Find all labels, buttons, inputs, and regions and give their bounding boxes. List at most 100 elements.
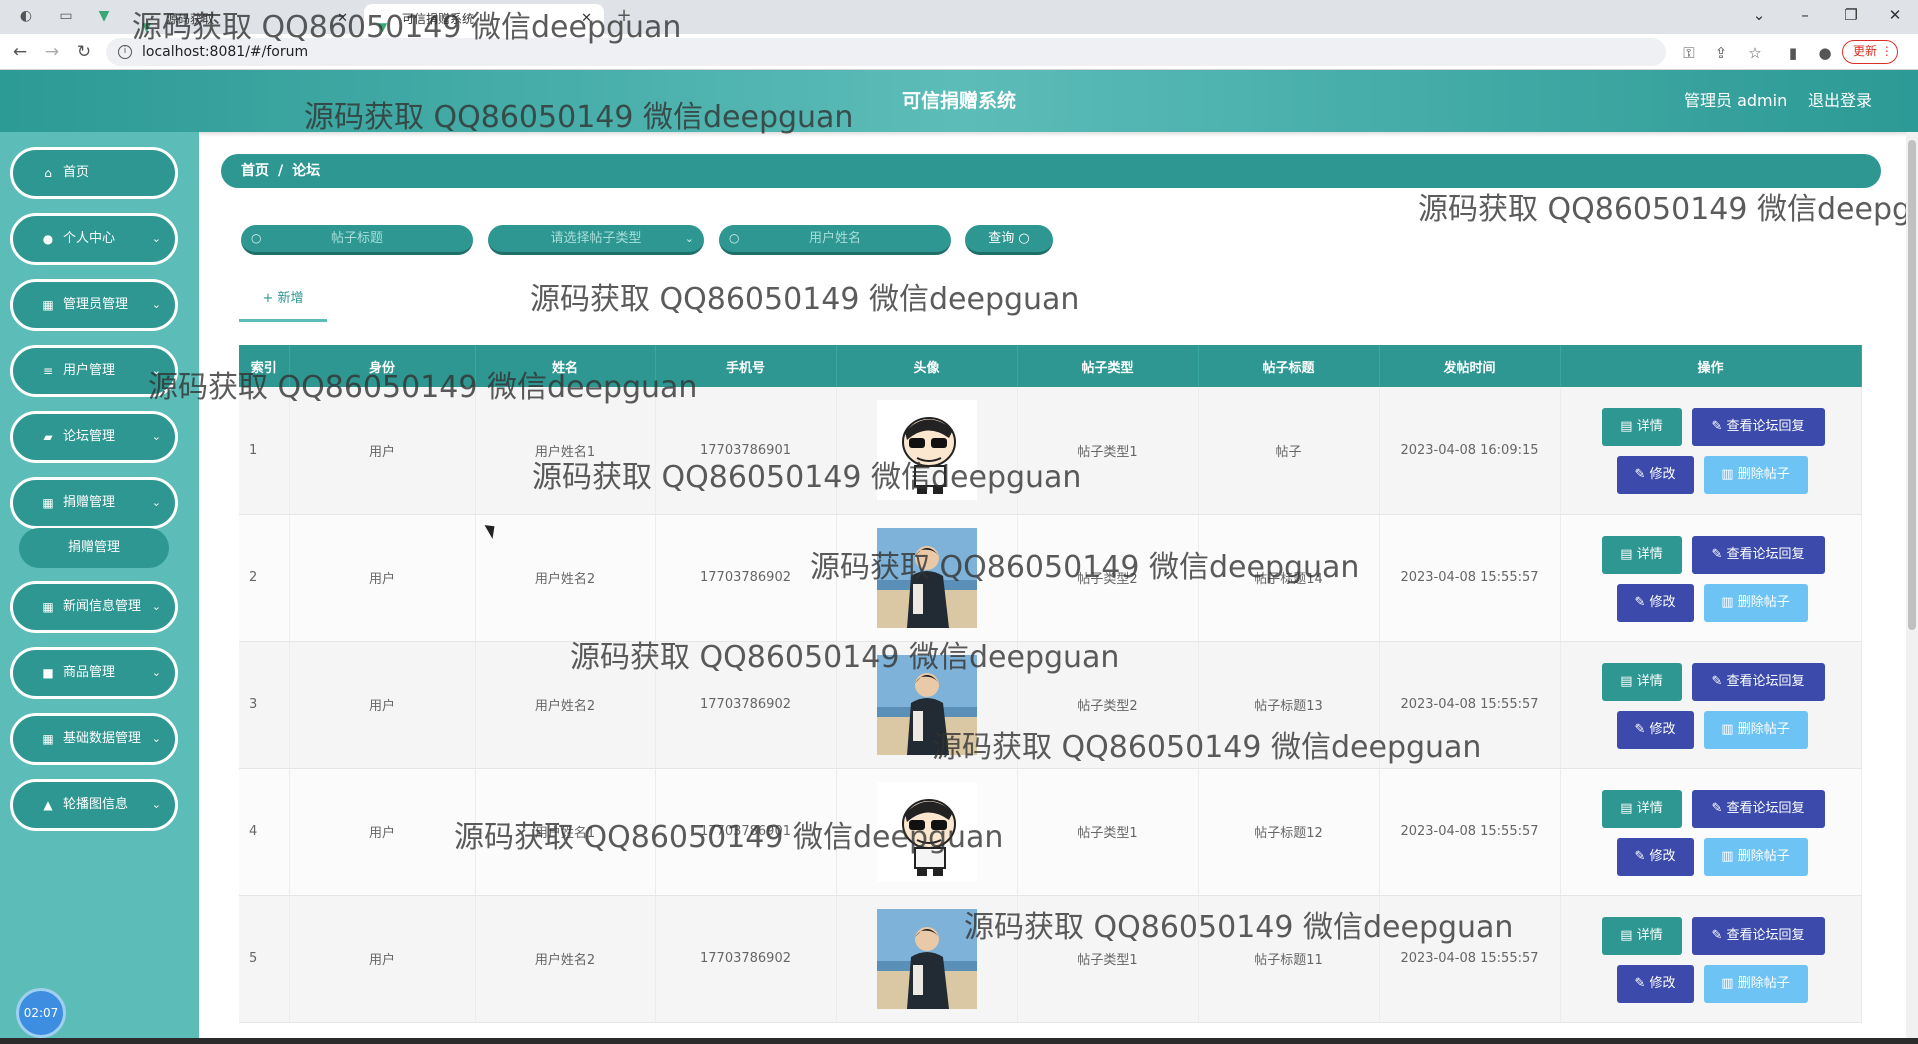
table-cell: 用户 (289, 387, 476, 515)
reload-icon[interactable]: ↻ (72, 41, 96, 63)
share-icon[interactable]: ⇪ (1710, 42, 1732, 64)
delete-button[interactable]: ▥ 删除帖子 (1703, 583, 1808, 622)
sidebar-item-goods[interactable]: ■ 商品管理 ⌄ (10, 647, 178, 699)
type-select[interactable]: 请选择帖子类型 ⌄ (488, 225, 704, 255)
document-icon: ▤ (1620, 419, 1637, 435)
restore-icon[interactable]: ❐ (1828, 0, 1874, 34)
table-cell: 5 (239, 895, 290, 1023)
key-icon[interactable]: ⚿ (1678, 42, 1700, 64)
sidebar-item-label: 轮播图信息 (63, 797, 129, 812)
watermark: 源码获取 QQ86050149 微信deepguan (132, 10, 682, 45)
sidebar-item-basedata[interactable]: ▦ 基础数据管理 ⌄ (10, 713, 178, 765)
table-cell: 用户 (289, 641, 476, 769)
reply-label: 查看论坛回复 (1726, 800, 1805, 816)
chevron-down-icon: ⌄ (151, 798, 161, 811)
watermark: 源码获取 QQ86050149 微信deepguan (532, 460, 1082, 495)
edit-button[interactable]: ✎ 修改 (1616, 964, 1694, 1003)
watermark: 源码获取 QQ86050149 微信deepguan (530, 282, 1080, 317)
search-icon: ○ (1018, 231, 1030, 246)
info-icon[interactable]: i (118, 45, 132, 59)
tab-list-icon[interactable]: ⌄ (1736, 0, 1782, 34)
minimize-icon[interactable]: – (1782, 0, 1828, 34)
actions-cell: ▤ 详情 ✎ 查看论坛回复 ✎ 修改 ▥ 删除帖子 (1560, 895, 1862, 1023)
table-cell: 17703786902 (655, 514, 837, 642)
edit-label: 修改 (1649, 848, 1676, 864)
tab-search-icon[interactable]: ▭ (56, 6, 76, 26)
table-cell: 帖子标题12 (1198, 768, 1380, 896)
chevron-down-icon: ⌄ (151, 600, 161, 613)
delete-button[interactable]: ▥ 删除帖子 (1703, 837, 1808, 876)
view-replies-button[interactable]: ✎ 查看论坛回复 (1691, 916, 1825, 955)
delete-button[interactable]: ▥ 删除帖子 (1703, 710, 1808, 749)
edit-button[interactable]: ✎ 修改 (1616, 456, 1694, 495)
document-icon: ▤ (1620, 800, 1637, 816)
actions-cell: ▤ 详情 ✎ 查看论坛回复 ✎ 修改 ▥ 删除帖子 (1560, 387, 1862, 515)
edit-label: 修改 (1649, 721, 1676, 737)
query-button[interactable]: 查询 ○ (965, 225, 1053, 255)
view-replies-button[interactable]: ✎ 查看论坛回复 (1691, 408, 1825, 447)
grid-icon: ▦ (42, 732, 54, 746)
table-cell: 2023-04-08 15:55:57 (1379, 514, 1561, 642)
detail-button[interactable]: ▤ 详情 (1601, 789, 1682, 828)
view-replies-button[interactable]: ✎ 查看论坛回复 (1691, 662, 1825, 701)
breadcrumb-home[interactable]: 首页 (241, 163, 269, 179)
close-window-icon[interactable]: ✕ (1872, 0, 1918, 34)
sidepanel-icon[interactable]: ▮ (1782, 42, 1804, 64)
delete-button[interactable]: ▥ 删除帖子 (1703, 964, 1808, 1003)
vue-icon: ▼ (98, 8, 110, 24)
detail-button[interactable]: ▤ 详情 (1601, 408, 1682, 447)
home-icon: ⌂ (44, 166, 52, 180)
logout-link[interactable]: 退出登录 (1808, 70, 1872, 132)
forward-icon[interactable]: → (40, 41, 64, 63)
detail-button[interactable]: ▤ 详情 (1601, 662, 1682, 701)
sidebar-item-personal[interactable]: ● 个人中心 ⌄ (10, 213, 178, 265)
chevron-down-icon: ⌄ (151, 666, 161, 679)
pencil-icon: ✎ (1711, 800, 1727, 816)
scrollbar[interactable] (1906, 132, 1918, 1044)
user-search-input[interactable]: ○ 用户姓名 (719, 225, 951, 255)
detail-button[interactable]: ▤ 详情 (1601, 535, 1682, 574)
sidebar-item-label: 首页 (63, 165, 90, 180)
watermark: 源码获取 QQ86050149 微信deepguan (1418, 192, 1918, 227)
chat-icon: ▰ (43, 430, 53, 444)
chevron-down-icon: ⌄ (151, 496, 161, 509)
sidebar-item-carousel[interactable]: ▲ 轮播图信息 ⌄ (10, 779, 178, 831)
breadcrumb: 首页 / 论坛 (221, 154, 1881, 188)
pencil-icon: ✎ (1711, 673, 1727, 689)
sidebar-item-home[interactable]: ⌂ 首页 (10, 147, 178, 199)
sidebar-item-label: 基础数据管理 (63, 731, 142, 746)
column-header: 操作 (1560, 345, 1862, 387)
update-button[interactable]: 更新 ⋮ (1842, 40, 1898, 64)
edit-button[interactable]: ✎ 修改 (1616, 710, 1694, 749)
user-icon: ● (42, 232, 54, 246)
sidebar-item-admins[interactable]: ▦ 管理员管理 ⌄ (10, 279, 178, 331)
view-replies-button[interactable]: ✎ 查看论坛回复 (1691, 535, 1825, 574)
browser-menu-icon[interactable]: ◐ (16, 6, 36, 26)
sidebar-item-label: 商品管理 (63, 665, 116, 680)
document-icon: ▤ (1620, 546, 1637, 562)
sidebar-item-forum[interactable]: ▰ 论坛管理 ⌄ (10, 411, 178, 463)
sidebar-subitem-donation[interactable]: 捐赠管理 (19, 528, 169, 568)
placeholder: 请选择帖子类型 (550, 231, 642, 246)
scrollbar-thumb[interactable] (1908, 140, 1916, 630)
person-icon: ▲ (43, 798, 53, 812)
sidebar-item-donation[interactable]: ▦ 捐赠管理 ⌄ (10, 477, 178, 529)
edit-button[interactable]: ✎ 修改 (1616, 583, 1694, 622)
star-icon[interactable]: ☆ (1744, 42, 1766, 64)
edit-button[interactable]: ✎ 修改 (1616, 837, 1694, 876)
table-cell: 用户姓名2 (475, 514, 656, 642)
list-icon: ≡ (42, 364, 54, 378)
detail-button[interactable]: ▤ 详情 (1601, 916, 1682, 955)
sidebar-item-news[interactable]: ▦ 新闻信息管理 ⌄ (10, 581, 178, 633)
delete-label: 删除帖子 (1737, 975, 1790, 991)
actions-cell: ▤ 详情 ✎ 查看论坛回复 ✎ 修改 ▥ 删除帖子 (1560, 641, 1862, 769)
back-icon[interactable]: ← (8, 41, 32, 63)
detail-label: 详情 (1636, 800, 1663, 816)
title-search-input[interactable]: ○ 帖子标题 (241, 225, 473, 255)
delete-button[interactable]: ▥ 删除帖子 (1703, 456, 1808, 495)
profile-icon[interactable]: ● (1814, 42, 1836, 64)
view-replies-button[interactable]: ✎ 查看论坛回复 (1691, 789, 1825, 828)
add-button[interactable]: + 新增 (239, 284, 327, 322)
pencil-icon: ✎ (1711, 546, 1727, 562)
table-cell: 3 (239, 641, 290, 769)
